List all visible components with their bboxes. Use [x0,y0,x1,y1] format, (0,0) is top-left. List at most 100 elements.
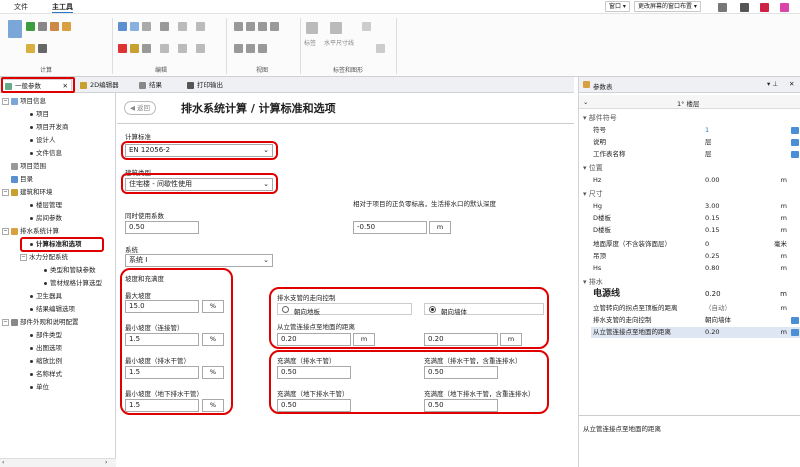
monitor-icon[interactable] [718,3,727,12]
chevron-down-icon[interactable]: ⌄ [583,98,588,106]
mirror-icon[interactable] [178,44,187,53]
tree-node[interactable]: 项目 [30,110,49,119]
dimension-icon[interactable] [330,22,342,34]
paste-icon[interactable] [130,22,139,31]
min-slope-main-input[interactable]: 1.5 [125,366,199,379]
menu-file[interactable]: 文件 [14,2,28,12]
radio-wall-button[interactable] [429,306,436,313]
max-slope-input[interactable]: 15.0 [125,300,199,313]
settings-icon[interactable] [38,22,47,31]
prop-row[interactable]: 电源线 0.20 m [591,289,800,302]
dimension-button[interactable]: 水平尺寸线 [324,38,354,47]
prop-row[interactable]: Hz 0.00 m [591,175,800,186]
tree-node[interactable]: − 项目信息 [2,97,46,106]
radio-floor[interactable]: 朝向地板 [277,303,412,316]
distance-input-2[interactable]: 0.20 [424,333,498,346]
fill-under-incl-input[interactable]: 0.50 [424,399,498,412]
distance-input-1[interactable]: 0.20 [277,333,351,346]
fill-main-incl-input[interactable]: 0.50 [424,366,498,379]
tree-node[interactable]: 项目开发商 [30,123,69,132]
text-icon[interactable] [362,22,371,31]
redraw-icon[interactable] [246,44,255,53]
rotate-icon[interactable] [160,44,169,53]
tree-node[interactable]: 项目范围 [11,162,46,171]
scale-icon[interactable] [196,44,205,53]
grid-icon[interactable] [142,44,151,53]
prop-row[interactable]: 吊顶 0.25 m [591,251,800,262]
scroll-right-icon[interactable]: › [105,459,107,466]
pin-icon[interactable]: ▾ ⊥ [767,80,778,88]
table-icon[interactable] [142,22,151,31]
tree-node[interactable]: 单位 [30,383,49,392]
calc-icon[interactable] [8,20,22,38]
tree-node[interactable]: 名称样式 [30,370,62,379]
min-slope-under-input[interactable]: 1.5 [125,399,199,412]
depth-input[interactable]: -0.50 [353,221,427,234]
tab-print[interactable]: 打印输出 [185,79,223,92]
pan-icon[interactable] [234,44,243,53]
prop-row-selected[interactable]: 从立管连接点至地面的距离 0.20 m [591,327,800,338]
list-icon[interactable] [38,44,47,53]
menu-home[interactable]: 主工具 [52,2,73,13]
tree-node[interactable]: 文件信息 [30,149,62,158]
tree-node[interactable]: 出图选项 [30,344,62,353]
prop-row[interactable]: D楼板 0.15 m [591,225,800,236]
shape-icon[interactable] [376,44,385,53]
window-button[interactable]: 窗口 ▾ [605,1,630,12]
prop-row[interactable]: 工作表名称层 [591,149,800,160]
folder-icon[interactable] [26,44,35,53]
zoom-in-icon[interactable] [234,22,243,31]
tree-scrollbar[interactable]: ‹ › [0,458,116,467]
section-symbol[interactable]: ▾ 部件符号 [579,113,800,124]
prop-row[interactable]: Hg 3.00 m [591,201,800,212]
tab-results[interactable]: 结果 [137,79,162,92]
edit-icon[interactable] [791,329,799,336]
radio-floor-button[interactable] [282,306,289,313]
tree-node[interactable]: 设计人 [30,136,56,145]
tree-node[interactable]: 目录 [11,175,33,184]
tree-node[interactable]: − 排水系统计算 [2,227,59,236]
move-icon[interactable] [178,22,187,31]
edit-icon[interactable] [791,317,799,324]
section-position[interactable]: ▾ 位置 [579,163,800,174]
scroll-left-icon[interactable]: ‹ [2,459,4,466]
view-icon[interactable] [258,44,267,53]
tree-node[interactable]: 房间参数 [30,214,62,223]
min-slope-conn-input[interactable]: 1.5 [125,333,199,346]
print-icon[interactable] [740,3,749,12]
simultaneity-input[interactable]: 0.50 [125,221,199,234]
drop-icon[interactable] [62,22,71,31]
tab-2d-editor[interactable]: 2D编辑器 [78,79,119,92]
radio-wall[interactable]: 朝向墙体 [424,303,544,316]
tree-node[interactable]: 缩放比例 [30,357,62,366]
prop-row[interactable]: Hs 0.80 m [591,263,800,274]
fire-icon[interactable] [50,22,59,31]
section-size[interactable]: ▾ 尺寸 [579,189,800,200]
fill-under-input[interactable]: 0.50 [277,399,351,412]
prop-row[interactable]: D楼板 0.15 m [591,213,800,224]
cut-icon[interactable] [130,44,139,53]
tools-icon[interactable] [760,3,769,12]
edit-icon[interactable] [791,127,799,134]
run-icon[interactable] [26,22,35,31]
help-icon[interactable] [780,3,789,12]
floor-selector[interactable]: ⌄ 1° 楼层 [579,95,800,109]
delete-icon[interactable] [118,44,127,53]
prop-row[interactable]: 地面厚度（不含装饰面层） 0 毫米 [591,239,800,250]
zoom-window-icon[interactable] [270,22,279,31]
fill-main-input[interactable]: 0.50 [277,366,351,379]
prop-row[interactable]: 排水支管的走向控制 朝向墙体 [591,315,800,326]
tree-node[interactable]: 管材规格计算选型 [44,279,102,288]
section-drain[interactable]: ▾ 排水 [579,277,800,288]
prop-row[interactable]: 符号 1 [591,125,800,136]
tree-node[interactable]: 部件类型 [30,331,62,340]
layout-button[interactable]: 更改屏幕的窗口布置 ▾ [634,1,701,12]
tree-node[interactable]: 类型和管缺参数 [44,266,96,275]
prop-row[interactable]: 说明层 [591,137,800,148]
label-button[interactable]: 标签 [304,38,316,47]
edit-icon[interactable] [791,151,799,158]
edit-icon[interactable] [791,139,799,146]
align-icon[interactable] [160,22,169,31]
tree-node[interactable]: − 部件外观和说明配置 [2,318,79,327]
tree-node[interactable]: − 建筑和环境 [2,188,53,197]
